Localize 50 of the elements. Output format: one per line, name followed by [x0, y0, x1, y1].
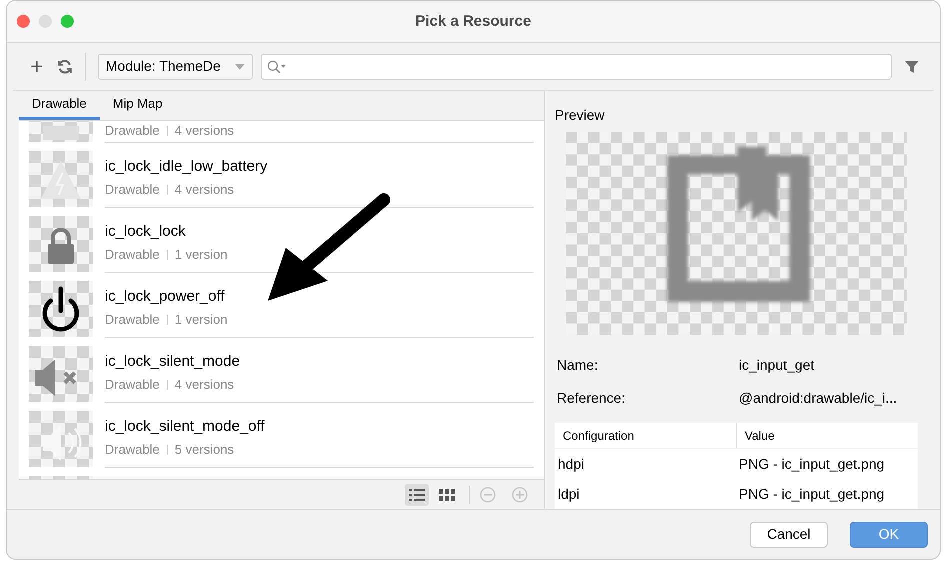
field-value: @android:drawable/ic_i... — [739, 389, 898, 408]
table-cell-text: ldpi — [557, 484, 581, 504]
muted-speaker-icon-thumbnail — [29, 346, 93, 402]
resource-name: ic_lock_idle_low_battery — [105, 158, 269, 176]
resource-type: Drawable — [105, 442, 160, 458]
search-icon — [267, 60, 287, 74]
version-count: 4 versions — [174, 123, 234, 140]
search-field[interactable] — [261, 54, 892, 80]
list-icon — [409, 488, 425, 500]
warning-triangle-icon-thumbnail — [29, 150, 93, 206]
zoom-out-icon[interactable] — [480, 486, 496, 502]
grid-icon — [439, 488, 455, 500]
resource-type: Drawable — [105, 377, 160, 394]
power-icon-thumbnail — [29, 280, 93, 336]
resource-name: ic_lock_silent_mode — [105, 352, 242, 372]
resource-type: Drawable — [105, 247, 160, 264]
padlock-icon-thumbnail — [29, 216, 93, 272]
module-dropdown[interactable]: Module: ThemeDe — [98, 54, 253, 80]
speaker-icon-thumbnail — [29, 410, 93, 466]
zoom-in-icon[interactable] — [512, 486, 528, 502]
table-cell-text: hdpi — [557, 454, 586, 474]
close-button[interactable] — [17, 15, 30, 28]
resource-type: Drawable — [105, 123, 160, 140]
version-count: 4 versions — [174, 182, 234, 198]
version-count: 1 version — [174, 312, 228, 328]
resource-type: Drawable — [105, 182, 160, 198]
window-title: Pick a Resource — [416, 12, 532, 30]
version-count: 1 version — [174, 247, 228, 264]
resource-name: ic_lock_lock — [105, 222, 187, 242]
field-label: Reference: — [557, 389, 626, 408]
table-cell-text: PNG - ic_input_get.png — [738, 484, 886, 504]
field-label: Name: — [557, 356, 600, 375]
version-count: 4 versions — [174, 377, 234, 394]
column-header[interactable]: Configuration — [555, 423, 736, 448]
tab[interactable]: Mip Map — [100, 90, 176, 120]
list-view-button[interactable] — [405, 484, 429, 506]
preview-title: Preview — [555, 106, 606, 125]
cancel-button[interactable]: Cancel — [750, 522, 828, 548]
zoom-button[interactable] — [61, 15, 74, 28]
column-header[interactable]: Value — [736, 423, 918, 448]
add-button[interactable]: + — [27, 56, 47, 78]
resource-name: ic_lock_silent_mode_off — [105, 418, 266, 436]
dropdown-caret-icon — [235, 64, 245, 70]
resource-name: ic_lock_power_off — [105, 288, 226, 306]
version-count: 5 versions — [174, 442, 234, 458]
filter-icon[interactable] — [904, 58, 920, 74]
field-value: ic_input_get — [739, 356, 816, 375]
resource-type: Drawable — [105, 312, 160, 328]
refresh-icon[interactable] — [57, 58, 73, 74]
table-cell-text: PNG - ic_input_get.png — [738, 454, 886, 474]
